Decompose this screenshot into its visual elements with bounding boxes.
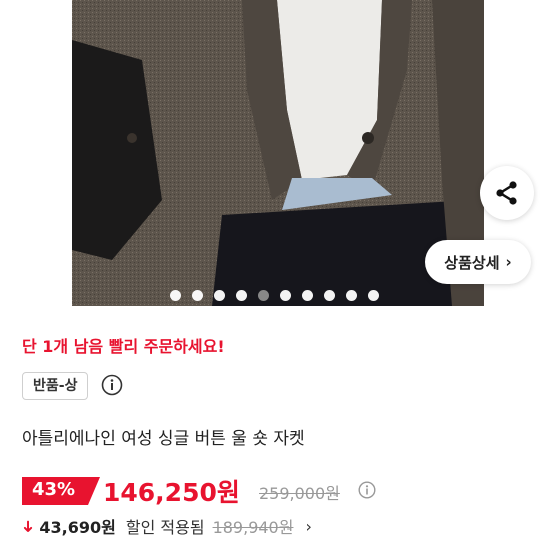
extra-discount-row[interactable]: ➜ 43,690원 할인 적용됨 189,940원 › [19,514,312,538]
arrow-down-icon: ➜ [19,519,39,533]
product-title: 아틀리에나인 여성 싱글 버튼 울 숏 자켓 [22,429,305,449]
sale-price: 146,250원 [103,478,240,507]
info-icon[interactable] [101,374,123,396]
carousel-dot[interactable] [302,290,313,301]
price-info-icon[interactable] [358,481,376,499]
original-price: 259,000원 [259,484,340,503]
carousel-dot[interactable] [170,290,181,301]
stock-notice: 단 1개 남음 빨리 주문하세요! [22,337,225,356]
condition-badge: 반품-상 [22,372,89,400]
share-button[interactable] [480,166,534,220]
carousel-dot[interactable] [324,290,335,301]
extra-discount-amount: 43,690원 [39,518,116,537]
carousel-dot[interactable] [368,290,379,301]
carousel-dot[interactable] [236,290,247,301]
product-detail-label: 상품상세 [444,253,500,272]
carousel-dot[interactable] [346,290,357,301]
discount-rate: 43% [32,479,76,500]
carousel-dot[interactable] [280,290,291,301]
carousel-indicator [170,290,379,301]
chevron-right-icon: › [505,253,512,271]
carousel-dot[interactable] [214,290,225,301]
extra-discount-label: 할인 적용됨 [125,518,205,537]
product-detail-button[interactable]: 상품상세 › [425,240,531,284]
final-price: 189,940원 [212,518,294,537]
carousel-dot[interactable] [258,290,269,301]
chevron-right-icon: › [305,516,312,536]
product-image[interactable] [72,0,484,306]
share-icon [496,181,517,205]
carousel-dot[interactable] [192,290,203,301]
